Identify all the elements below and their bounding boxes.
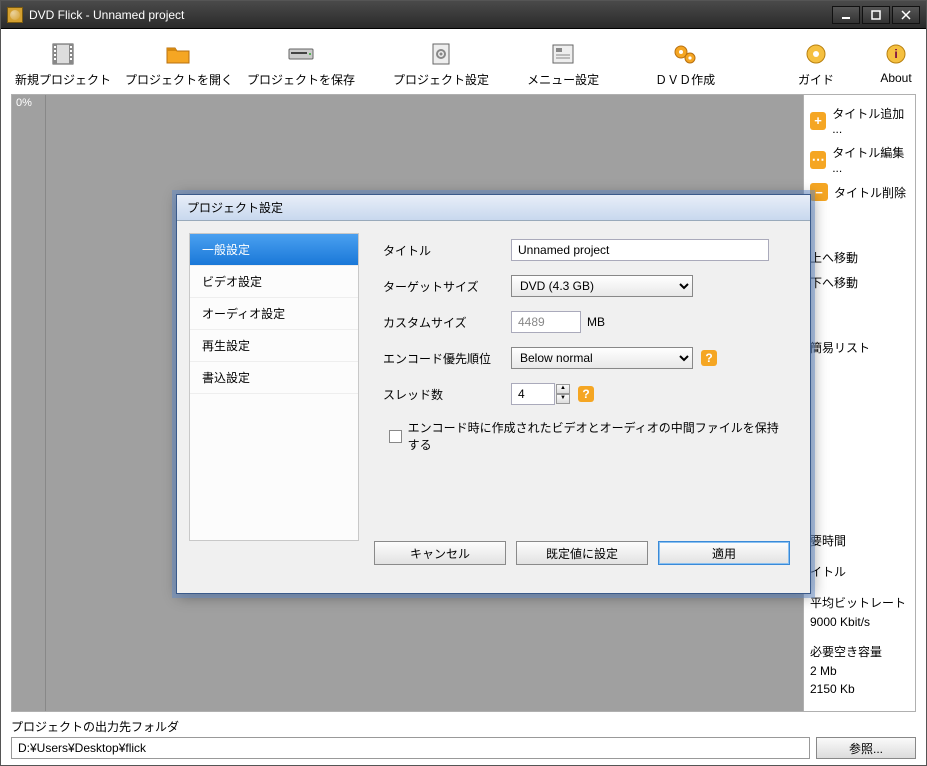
guide-label: ガイド [798, 71, 834, 88]
edit-title-label: タイトル編集 ... [832, 144, 909, 175]
menu-settings-button[interactable]: メニュー設定 [523, 39, 603, 90]
folder-open-icon [163, 41, 195, 67]
nav-write[interactable]: 書込設定 [190, 362, 358, 394]
priority-select[interactable]: Below normal [511, 347, 693, 369]
simple-list-button[interactable]: 簡易リスト [808, 335, 911, 360]
custom-size-unit: MB [587, 315, 605, 329]
duration-label: 要時間 [808, 530, 911, 551]
dialog-title[interactable]: プロジェクト設定 [177, 195, 810, 221]
nav-general[interactable]: 一般設定 [190, 234, 358, 266]
guide-button[interactable]: ガイド [794, 39, 838, 90]
threads-field[interactable] [511, 383, 555, 405]
menu-settings-label: メニュー設定 [527, 71, 599, 88]
space-value-2: 2150 Kb [808, 680, 911, 698]
about-icon: i [880, 41, 912, 67]
save-project-button[interactable]: プロジェクトを保存 [243, 39, 359, 90]
app-icon [7, 7, 23, 23]
save-project-label: プロジェクトを保存 [247, 71, 355, 88]
bitrate-label: 平均ビットレート [808, 592, 911, 613]
dialog-form: タイトル ターゲットサイズ DVD (4.3 GB) カスタムサイズ MB エン… [359, 221, 810, 541]
settings-doc-icon [425, 41, 457, 67]
help-icon[interactable]: ? [701, 350, 717, 366]
toolbar: 新規プロジェクト プロジェクトを開く プロジェクトを保存 プロジェクト設定 メニ… [11, 39, 916, 90]
window-controls [832, 6, 920, 24]
spin-down-icon[interactable]: ▼ [556, 394, 570, 404]
side-panel: + タイトル追加 ... ⋯ タイトル編集 ... −タイトル削除 上へ移動 下へ移… [803, 95, 915, 711]
output-folder-label: プロジェクトの出力先フォルダ [11, 718, 916, 735]
title-field[interactable] [511, 239, 769, 261]
browse-button[interactable]: 参照... [816, 737, 916, 759]
progress-percent: 0% [16, 97, 32, 109]
nav-audio[interactable]: オーディオ設定 [190, 298, 358, 330]
create-dvd-button[interactable]: ＤＶＤ作成 [651, 39, 719, 90]
guide-icon [800, 41, 832, 67]
open-project-label: プロジェクトを開く [125, 71, 233, 88]
maximize-button[interactable] [862, 6, 890, 24]
move-up-label: 上へ移動 [810, 249, 858, 266]
move-down-button[interactable]: 下へ移動 [808, 270, 911, 295]
target-size-label: ターゲットサイズ [383, 278, 511, 295]
minus-icon: − [810, 183, 828, 201]
target-size-select[interactable]: DVD (4.3 GB) [511, 275, 693, 297]
about-button[interactable]: i About [876, 39, 916, 90]
titlebar[interactable]: DVD Flick - Unnamed project [1, 1, 926, 29]
output-folder-input[interactable] [11, 737, 810, 759]
project-settings-label: プロジェクト設定 [393, 71, 489, 88]
keep-files-checkbox[interactable] [389, 430, 402, 443]
delete-title-label: タイトル削除 [834, 184, 906, 201]
custom-size-label: カスタムサイズ [383, 314, 511, 331]
nav-playback[interactable]: 再生設定 [190, 330, 358, 362]
help-icon[interactable]: ? [578, 386, 594, 402]
footer: プロジェクトの出力先フォルダ 参照... [11, 718, 916, 759]
dots-icon: ⋯ [810, 151, 826, 169]
simple-list-label: 簡易リスト [810, 339, 870, 356]
add-title-button[interactable]: + タイトル追加 ... [808, 101, 911, 140]
space-value-1: 2 Mb [808, 662, 911, 680]
menu-icon [547, 41, 579, 67]
apply-button[interactable]: 適用 [658, 541, 790, 565]
film-icon [47, 41, 79, 67]
move-down-label: 下へ移動 [810, 274, 858, 291]
cancel-button[interactable]: キャンセル [374, 541, 506, 565]
project-settings-dialog: プロジェクト設定 一般設定 ビデオ設定 オーディオ設定 再生設定 書込設定 タイ… [176, 194, 811, 594]
new-project-button[interactable]: 新規プロジェクト [11, 39, 115, 90]
open-project-button[interactable]: プロジェクトを開く [121, 39, 237, 90]
content-area: 新規プロジェクト プロジェクトを開く プロジェクトを保存 プロジェクト設定 メニ… [1, 29, 926, 765]
create-dvd-label: ＤＶＤ作成 [655, 71, 715, 88]
window-title: DVD Flick - Unnamed project [29, 8, 832, 22]
minimize-button[interactable] [832, 6, 860, 24]
threads-label: スレッド数 [383, 386, 511, 403]
title-field-label: タイトル [383, 242, 511, 259]
defaults-button[interactable]: 既定値に設定 [516, 541, 648, 565]
nav-video[interactable]: ビデオ設定 [190, 266, 358, 298]
about-label: About [880, 71, 911, 85]
edit-title-button[interactable]: ⋯ タイトル編集 ... [808, 140, 911, 179]
move-up-button[interactable]: 上へ移動 [808, 245, 911, 270]
close-button[interactable] [892, 6, 920, 24]
title-count-label: イトル [808, 561, 911, 582]
plus-icon: + [810, 112, 826, 130]
threads-spinner[interactable]: ▲▼ [556, 384, 570, 404]
space-label: 必要空き容量 [808, 641, 911, 662]
custom-size-field[interactable] [511, 311, 581, 333]
svg-text:i: i [894, 47, 897, 61]
new-project-label: 新規プロジェクト [15, 71, 111, 88]
project-settings-button[interactable]: プロジェクト設定 [389, 39, 493, 90]
spin-up-icon[interactable]: ▲ [556, 384, 570, 394]
drive-icon [285, 41, 317, 67]
app-window: DVD Flick - Unnamed project 新規プロジェクト プロジ… [0, 0, 927, 766]
dialog-nav: 一般設定 ビデオ設定 オーディオ設定 再生設定 書込設定 [189, 233, 359, 541]
bitrate-value: 9000 Kbit/s [808, 613, 911, 631]
priority-label: エンコード優先順位 [383, 350, 511, 367]
delete-title-button[interactable]: −タイトル削除 [808, 179, 911, 205]
dialog-buttons: キャンセル 既定値に設定 適用 [177, 541, 810, 579]
add-title-label: タイトル追加 ... [832, 105, 909, 136]
progress-column: 0% [12, 95, 46, 711]
gears-icon [669, 41, 701, 67]
keep-files-label: エンコード時に作成されたビデオとオーディオの中間ファイルを保持する [408, 419, 790, 453]
